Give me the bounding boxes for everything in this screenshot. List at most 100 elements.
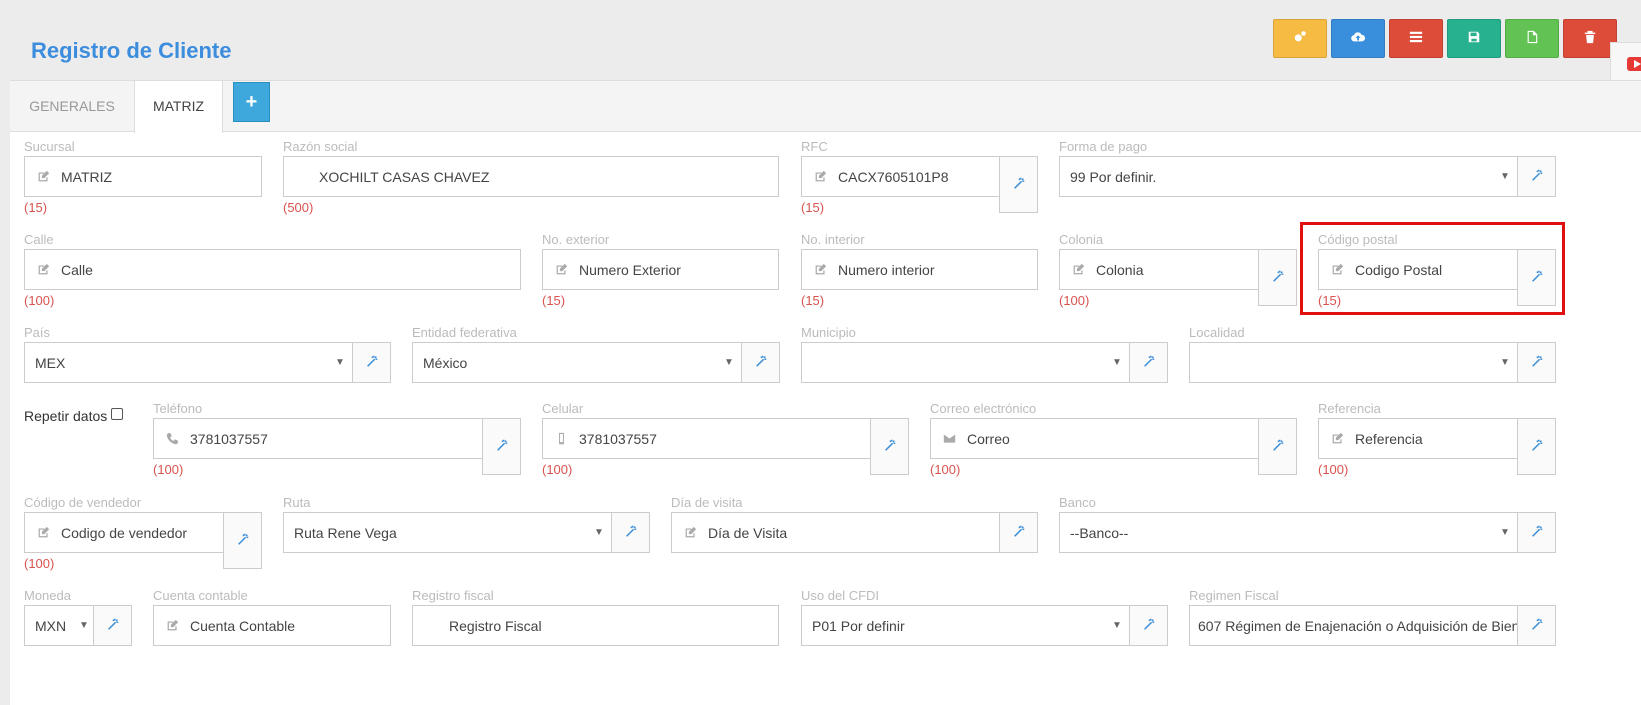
magic-wand-icon — [1012, 176, 1026, 193]
telefono-magic-button[interactable] — [482, 418, 521, 475]
calle-count: (100) — [24, 293, 55, 308]
tab-matriz[interactable]: MATRIZ — [134, 81, 223, 133]
rfc-count: (15) — [801, 200, 825, 215]
razon-social-count: (500) — [283, 200, 314, 215]
colonia-magic-button[interactable] — [1258, 249, 1297, 306]
calle-input[interactable]: Calle — [24, 249, 521, 290]
colonia-count: (100) — [1059, 293, 1090, 308]
dia-visita-magic-button[interactable] — [999, 512, 1038, 553]
codigo-postal-highlight — [1300, 222, 1565, 315]
moneda-label: Moneda — [24, 588, 71, 603]
razon-social-input[interactable]: XOCHILT CASAS CHAVEZ — [283, 156, 779, 197]
no-interior-count: (15) — [801, 293, 825, 308]
chevron-down-icon: ▼ — [1500, 527, 1510, 538]
correo-input[interactable]: Correo — [930, 418, 1259, 459]
magic-wand-icon — [1530, 438, 1544, 455]
edit-icon — [166, 619, 186, 632]
entidad-select[interactable]: México ▼ — [412, 342, 742, 383]
municipio-select[interactable]: ▼ — [801, 342, 1130, 383]
chevron-down-icon: ▼ — [1112, 357, 1122, 368]
ruta-select[interactable]: Ruta Rene Vega ▼ — [283, 512, 612, 553]
config-button[interactable] — [1273, 19, 1327, 58]
celular-magic-button[interactable] — [870, 418, 909, 475]
edit-icon — [37, 263, 57, 276]
ruta-magic-button[interactable] — [611, 512, 650, 553]
cloud-upload-icon — [1351, 30, 1366, 47]
magic-wand-icon — [624, 524, 638, 541]
moneda-magic-button[interactable] — [93, 605, 132, 646]
magic-wand-icon — [1530, 354, 1544, 371]
magic-wand-icon — [1142, 617, 1156, 634]
magic-wand-icon — [236, 532, 250, 549]
pais-magic-button[interactable] — [352, 342, 391, 383]
tab-generales[interactable]: GENERALES — [10, 81, 134, 132]
referencia-count: (100) — [1318, 462, 1349, 477]
rfc-magic-button[interactable] — [999, 156, 1038, 213]
registro-fiscal-label: Registro fiscal — [412, 588, 494, 603]
save-button[interactable] — [1447, 19, 1501, 58]
mobile-icon — [555, 432, 575, 445]
forma-pago-magic-button[interactable] — [1517, 156, 1556, 197]
vendedor-input[interactable]: Codigo de vendedor — [24, 512, 224, 553]
vendedor-magic-button[interactable] — [223, 512, 262, 569]
sucursal-input[interactable]: MATRIZ — [24, 156, 262, 197]
cuenta-label: Cuenta contable — [153, 588, 248, 603]
dia-visita-input[interactable]: Día de Visita — [671, 512, 1000, 553]
correo-magic-button[interactable] — [1258, 418, 1297, 475]
sucursal-count: (15) — [24, 200, 48, 215]
forma-pago-select[interactable]: 99 Por definir. ▼ — [1059, 156, 1518, 197]
edit-icon — [814, 170, 834, 183]
add-tab-button[interactable]: + — [233, 82, 270, 122]
entidad-label: Entidad federativa — [412, 325, 517, 340]
magic-wand-icon — [1012, 524, 1026, 541]
no-exterior-label: No. exterior — [542, 232, 610, 247]
no-interior-input[interactable]: Numero interior — [801, 249, 1038, 290]
new-button[interactable] — [1505, 19, 1559, 58]
referencia-input[interactable]: Referencia — [1318, 418, 1518, 459]
trash-icon — [1583, 30, 1597, 47]
edit-icon — [37, 526, 57, 539]
no-interior-label: No. interior — [801, 232, 865, 247]
moneda-select[interactable]: MXN ▼ — [24, 605, 94, 646]
celular-input[interactable]: 3781037557 — [542, 418, 871, 459]
localidad-magic-button[interactable] — [1517, 342, 1556, 383]
chevron-down-icon: ▼ — [724, 357, 734, 368]
repeat-data: Repetir datos — [24, 408, 124, 424]
regimen-magic-button[interactable] — [1517, 605, 1556, 646]
banco-select[interactable]: --Banco-- ▼ — [1059, 512, 1518, 553]
banco-magic-button[interactable] — [1517, 512, 1556, 553]
rfc-input[interactable]: CACX7605101P8 — [801, 156, 1000, 197]
magic-wand-icon — [365, 354, 379, 371]
repeat-data-checkbox[interactable] — [111, 408, 124, 420]
cfdi-select[interactable]: P01 Por definir ▼ — [801, 605, 1130, 646]
localidad-label: Localidad — [1189, 325, 1245, 340]
entidad-magic-button[interactable] — [741, 342, 780, 383]
edit-icon — [555, 263, 575, 276]
registro-fiscal-input[interactable]: Registro Fiscal — [412, 605, 779, 646]
referencia-magic-button[interactable] — [1517, 418, 1556, 475]
telefono-input[interactable]: 3781037557 — [153, 418, 483, 459]
celular-count: (100) — [542, 462, 573, 477]
municipio-magic-button[interactable] — [1129, 342, 1168, 383]
magic-wand-icon — [1271, 438, 1285, 455]
no-exterior-input[interactable]: Numero Exterior — [542, 249, 779, 290]
colonia-input[interactable]: Colonia — [1059, 249, 1259, 290]
cuenta-input[interactable]: Cuenta Contable — [153, 605, 391, 646]
rfc-label: RFC — [801, 139, 828, 154]
list-button[interactable] — [1389, 19, 1443, 58]
chevron-down-icon: ▼ — [79, 620, 89, 631]
edit-icon — [1331, 432, 1351, 445]
municipio-label: Municipio — [801, 325, 856, 340]
tab-bar: GENERALES MATRIZ + — [10, 81, 1641, 133]
upload-button[interactable] — [1331, 19, 1385, 58]
localidad-select[interactable]: ▼ — [1189, 342, 1518, 383]
colonia-label: Colonia — [1059, 232, 1104, 247]
regimen-select[interactable]: 607 Régimen de Enajenación o Adquisición… — [1189, 605, 1518, 646]
delete-button[interactable] — [1563, 19, 1617, 58]
ruta-label: Ruta — [283, 495, 311, 510]
razon-social-label: Razón social — [283, 139, 358, 154]
cfdi-magic-button[interactable] — [1129, 605, 1168, 646]
pais-select[interactable]: MEX ▼ — [24, 342, 353, 383]
magic-wand-icon — [495, 438, 509, 455]
forma-pago-label: Forma de pago — [1059, 139, 1148, 154]
